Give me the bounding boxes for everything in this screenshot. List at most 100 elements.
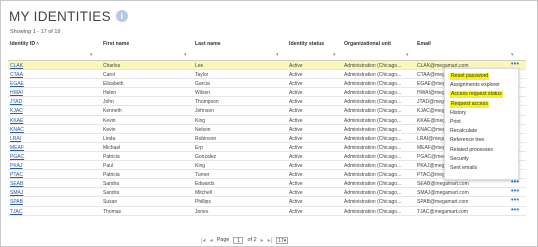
filter-icon[interactable]: ▾ <box>511 53 517 58</box>
status-cell: Active <box>289 81 303 88</box>
sort-asc-icon: ˄ <box>36 41 39 47</box>
row-actions-icon[interactable]: ••• <box>511 61 519 68</box>
status-cell: Active <box>289 163 303 170</box>
column-header-email[interactable]: Email <box>417 41 431 47</box>
org-unit-cell: Administration (Chicago... <box>344 81 402 88</box>
last-name-cell: Robinson <box>195 135 217 142</box>
org-unit-cell: Administration (Chicago... <box>344 208 402 215</box>
last-name-cell: Garcia <box>195 81 210 88</box>
email-cell: SMAJ@megamart.com <box>417 190 469 197</box>
first-name-cell: Linda <box>103 135 116 142</box>
column-header-identity-status[interactable]: Identity status <box>289 41 324 47</box>
status-cell: Active <box>289 181 303 188</box>
status-cell: Active <box>289 72 303 79</box>
last-name-cell: King <box>195 117 206 124</box>
menu-item-sent-emails[interactable]: Sent emails <box>445 164 518 173</box>
row-actions-icon[interactable]: ••• <box>511 207 519 214</box>
last-page-icon[interactable]: ▸| <box>268 237 273 244</box>
org-unit-cell: Administration (Chicago... <box>344 190 402 197</box>
identity-id-link[interactable]: TJAC <box>10 209 23 215</box>
menu-item-reference-tree[interactable]: Reference tree <box>445 136 518 145</box>
status-cell: Active <box>289 172 303 179</box>
identity-id-link[interactable]: KKAE <box>10 118 23 124</box>
filter-icon[interactable]: ▾ <box>90 53 96 58</box>
column-header-first-name[interactable]: First name <box>103 41 129 47</box>
menu-item-recalculate[interactable]: Recalculate <box>445 127 518 136</box>
identity-id-link[interactable]: CTAA <box>10 72 23 78</box>
filter-icon[interactable]: ▾ <box>184 53 190 58</box>
row-actions-icon[interactable]: ••• <box>511 188 519 195</box>
column-header-last-name[interactable]: Last name <box>195 41 221 47</box>
table-row[interactable]: SMAJ Sandra Mitchell Active Administration (… <box>8 188 526 198</box>
table-row[interactable]: SPAB Susan Phillips Active Administration (C… <box>8 197 526 207</box>
column-header-identity-id[interactable]: Identity ID˄ <box>10 41 39 47</box>
first-page-icon[interactable]: |◂ <box>201 237 206 244</box>
org-unit-cell: Administration (Chicago... <box>344 72 402 79</box>
table-row[interactable]: SEAB Sandra Edwards Active Administration (C… <box>8 179 526 189</box>
org-unit-cell: Administration (Chicago... <box>344 153 402 160</box>
identity-id-link[interactable]: LRAI <box>10 136 21 142</box>
identity-id-link[interactable]: MEAF <box>10 145 24 151</box>
table-row[interactable]: TJAC Thomas Jones Active Administration (Chi… <box>8 207 526 216</box>
identity-id-link[interactable]: KNAC <box>10 127 24 133</box>
first-name-cell: Michael <box>103 144 121 151</box>
prev-page-icon[interactable]: ◂ <box>210 237 213 244</box>
first-name-cell: Kevin <box>103 117 116 124</box>
first-name-cell: Kenneth <box>103 108 122 115</box>
status-cell: Active <box>289 153 303 160</box>
last-name-cell: Thompson <box>195 99 219 106</box>
org-unit-cell: Administration (Chicago... <box>344 181 402 188</box>
filter-icon[interactable]: ▾ <box>276 53 282 58</box>
menu-item-related-processes[interactable]: Related processes <box>445 146 518 155</box>
org-unit-cell: Administration (Chicago... <box>344 172 402 179</box>
page-size-select[interactable]: 17▾ <box>276 236 289 244</box>
menu-item-security[interactable]: Security <box>445 155 518 164</box>
filter-icon[interactable]: ▾ <box>406 53 412 58</box>
identity-id-link[interactable]: CLAK <box>10 63 23 69</box>
menu-item-reset-password[interactable]: Reset password <box>445 72 518 81</box>
identity-id-link[interactable]: KJAC <box>10 108 23 114</box>
menu-item-request-access[interactable]: Request access <box>445 100 518 109</box>
info-icon[interactable]: i <box>115 10 128 22</box>
table-header: Identity ID˄ First name Last name Identi… <box>8 41 526 51</box>
org-unit-cell: Administration (Chicago... <box>344 163 402 170</box>
last-name-cell: Mitchell <box>195 190 212 197</box>
row-actions-icon[interactable]: ••• <box>511 197 519 204</box>
identity-id-link[interactable]: JTAD <box>10 99 22 105</box>
identity-id-link[interactable]: PKAJ <box>10 163 23 169</box>
identity-id-link[interactable]: SPAB <box>10 199 23 205</box>
menu-item-print[interactable]: Print <box>445 118 518 127</box>
menu-item-assignments-explorer[interactable]: Assignments explorer <box>445 81 518 90</box>
last-name-cell: Turner <box>195 172 210 179</box>
email-cell: SPAB@megamart.com <box>417 199 469 206</box>
last-name-cell: Wilson <box>195 90 211 97</box>
pagination: |◂ ◂ Page 1 of 2 ▸ ▸| 17▾ <box>201 236 289 244</box>
email-cell: SEAB@megamart.com <box>417 181 469 188</box>
last-name-cell: Johnson <box>195 108 214 115</box>
last-name-cell: Jones <box>195 208 209 215</box>
title-row: MY IDENTITIES i <box>9 7 128 25</box>
identity-id-link[interactable]: SMAJ <box>10 190 23 196</box>
page-number-input[interactable]: 1 <box>233 236 244 244</box>
identity-id-link[interactable]: HWAI <box>10 90 23 96</box>
menu-item-history[interactable]: History <box>445 109 518 118</box>
last-name-cell: Nelson <box>195 126 211 133</box>
first-name-cell: Sandra <box>103 190 120 197</box>
next-page-icon[interactable]: ▸ <box>261 237 264 244</box>
identity-id-link[interactable]: SEAB <box>10 181 23 187</box>
org-unit-cell: Administration (Chicago... <box>344 144 402 151</box>
org-unit-cell: Administration (Chicago... <box>344 117 402 124</box>
column-header-organizational-unit[interactable]: Organizational unit <box>344 41 391 47</box>
first-name-cell: John <box>103 99 114 106</box>
identity-id-link[interactable]: EGAE <box>10 81 24 87</box>
filter-icon[interactable]: ▾ <box>333 53 339 58</box>
menu-item-access-request-status[interactable]: Access request status <box>445 90 518 99</box>
status-cell: Active <box>289 144 303 151</box>
first-name-cell: Sandra <box>103 181 120 188</box>
status-cell: Active <box>289 63 303 69</box>
row-actions-icon[interactable]: ••• <box>511 179 519 186</box>
identity-id-link[interactable]: PTAC <box>10 172 23 178</box>
first-name-cell: Patricia <box>103 153 120 160</box>
identity-id-link[interactable]: PGAC <box>10 154 24 160</box>
org-unit-cell: Administration (Chicago... <box>344 63 402 69</box>
